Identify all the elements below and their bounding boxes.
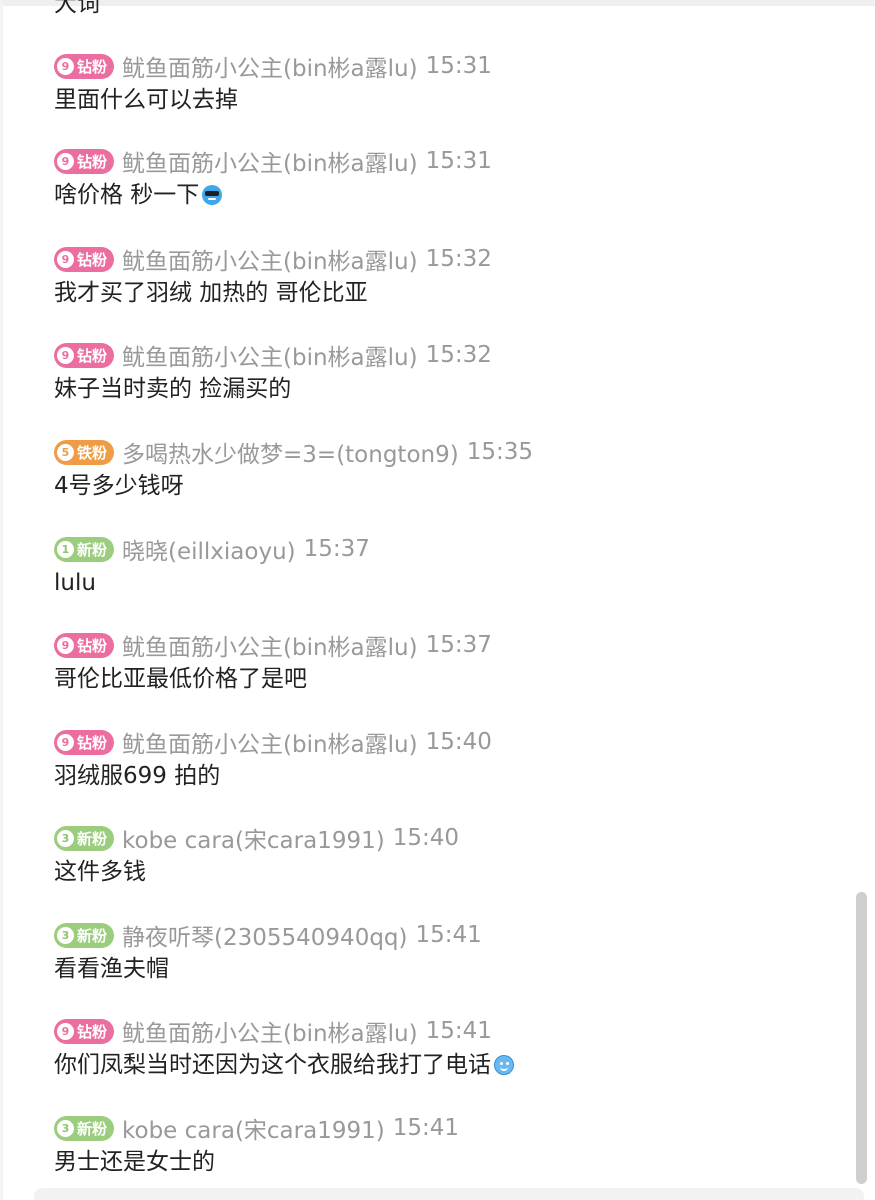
fan-badge-diamond: 9 钻粉 — [54, 632, 115, 658]
partial-message-text: 大词 — [54, 0, 100, 17]
username[interactable]: 晓晓(eillxiaoyu) — [122, 532, 296, 566]
username[interactable]: 鱿鱼面筋小公主(bin彬a露lu) — [122, 725, 418, 759]
fan-badge-diamond: 9 钻粉 — [54, 1018, 115, 1044]
chat-message: 5 铁粉 多喝热水少做梦=3=(tongton9) 15:35 4号多少钱呀 — [54, 436, 844, 502]
timestamp: 15:35 — [466, 439, 534, 465]
timestamp: 15:32 — [425, 342, 492, 368]
message-text: 羽绒服699 拍的 — [54, 763, 221, 789]
timestamp: 15:37 — [303, 536, 370, 562]
badge-label: 新粉 — [77, 540, 108, 559]
fan-badge-new: 1 新粉 — [54, 536, 115, 562]
badge-level: 9 — [57, 250, 74, 268]
chat-message: 9 钻粉 鱿鱼面筋小公主(bin彬a露lu) 15:37 哥伦比亚最低价格了是吧 — [54, 629, 844, 695]
username[interactable]: 鱿鱼面筋小公主(bin彬a露lu) — [122, 144, 418, 178]
badge-label: 铁粉 — [77, 443, 108, 462]
username[interactable]: 鱿鱼面筋小公主(bin彬a露lu) — [122, 628, 418, 662]
badge-label: 新粉 — [77, 926, 108, 945]
timestamp: 15:41 — [392, 1115, 460, 1141]
timestamp: 15:41 — [425, 1018, 492, 1044]
input-area-edge — [34, 1188, 864, 1200]
badge-label: 钻粉 — [77, 636, 108, 655]
message-text: 哥伦比亚最低价格了是吧 — [54, 666, 307, 692]
fan-badge-iron: 5 铁粉 — [54, 439, 115, 465]
timestamp: 15:32 — [425, 246, 492, 272]
username[interactable]: 鱿鱼面筋小公主(bin彬a露lu) — [122, 1014, 418, 1048]
timestamp: 15:40 — [392, 825, 460, 851]
username[interactable]: 鱿鱼面筋小公主(bin彬a露lu) — [122, 49, 418, 83]
badge-label: 钻粉 — [77, 1022, 108, 1041]
chat-message: 3 新粉 kobe cara(宋cara1991) 15:40 这件多钱 — [54, 822, 844, 888]
message-text: 里面什么可以去掉 — [54, 87, 238, 113]
message-text: 啥价格 秒一下 — [54, 182, 200, 208]
fan-badge-new: 3 新粉 — [54, 825, 115, 851]
timestamp: 15:31 — [425, 53, 492, 79]
vertical-scrollbar[interactable] — [856, 892, 867, 1184]
fan-badge-diamond: 9 钻粉 — [54, 148, 115, 174]
fan-badge-diamond: 9 钻粉 — [54, 53, 115, 79]
message-text: 妹子当时卖的 捡漏买的 — [54, 376, 292, 402]
username[interactable]: 多喝热水少做梦=3=(tongton9) — [122, 435, 459, 469]
badge-label: 钻粉 — [77, 250, 108, 269]
username[interactable]: kobe cara(宋cara1991) — [122, 821, 385, 855]
chat-message: 9 钻粉 鱿鱼面筋小公主(bin彬a露lu) 15:32 妹子当时卖的 捡漏买的 — [54, 339, 844, 405]
timestamp: 15:37 — [425, 632, 492, 658]
username[interactable]: 鱿鱼面筋小公主(bin彬a露lu) — [122, 338, 418, 372]
badge-level: 9 — [57, 733, 74, 751]
badge-label: 钻粉 — [77, 57, 108, 76]
message-text: 你们凤梨当时还因为这个衣服给我打了电话 — [54, 1052, 491, 1078]
badge-level: 9 — [57, 346, 74, 364]
message-text: 看看渔夫帽 — [54, 956, 169, 982]
message-text: 我才买了羽绒 加热的 哥伦比亚 — [54, 280, 368, 306]
badge-label: 钻粉 — [77, 152, 108, 171]
chat-message-list: 大词 9 钻粉 鱿鱼面筋小公主(bin彬a露lu) 15:31 里面什么可以去掉 … — [0, 0, 875, 1200]
message-text: 4号多少钱呀 — [54, 473, 184, 499]
badge-level: 9 — [57, 152, 74, 170]
chat-message: 9 钻粉 鱿鱼面筋小公主(bin彬a露lu) 15:32 我才买了羽绒 加热的 哥… — [54, 243, 844, 309]
timestamp: 15:31 — [425, 148, 492, 174]
badge-level: 9 — [57, 1022, 74, 1040]
message-text: 男士还是女士的 — [54, 1149, 215, 1175]
smile-face-icon — [494, 1055, 514, 1075]
chat-message: 9 钻粉 鱿鱼面筋小公主(bin彬a露lu) 15:41 你们凤梨当时还因为这个衣… — [54, 1015, 844, 1081]
username[interactable]: 鱿鱼面筋小公主(bin彬a露lu) — [122, 242, 418, 276]
fan-badge-diamond: 9 钻粉 — [54, 246, 115, 272]
badge-level: 1 — [57, 540, 74, 558]
badge-label: 新粉 — [77, 1119, 108, 1138]
badge-label: 新粉 — [77, 829, 108, 848]
message-text: lulu — [54, 570, 96, 596]
message-text: 这件多钱 — [54, 859, 146, 885]
fan-badge-diamond: 9 钻粉 — [54, 729, 115, 755]
chat-message: 1 新粉 晓晓(eillxiaoyu) 15:37 lulu — [54, 533, 844, 599]
username[interactable]: kobe cara(宋cara1991) — [122, 1111, 385, 1145]
badge-label: 钻粉 — [77, 346, 108, 365]
chat-message: 9 钻粉 鱿鱼面筋小公主(bin彬a露lu) 15:31 啥价格 秒一下 — [54, 145, 844, 211]
scrollbar-thumb[interactable] — [856, 892, 867, 1184]
username[interactable]: 静夜听琴(2305540940qq) — [122, 918, 407, 952]
badge-level: 3 — [57, 1119, 74, 1137]
badge-level: 3 — [57, 829, 74, 847]
badge-label: 钻粉 — [77, 733, 108, 752]
chat-message: 3 新粉 kobe cara(宋cara1991) 15:41 男士还是女士的 — [54, 1112, 844, 1178]
cool-sunglasses-icon — [202, 185, 223, 205]
badge-level: 9 — [57, 636, 74, 654]
timestamp: 15:40 — [425, 729, 492, 755]
chat-message: 9 钻粉 鱿鱼面筋小公主(bin彬a露lu) 15:31 里面什么可以去掉 — [54, 50, 844, 116]
badge-level: 3 — [57, 926, 74, 944]
chat-message: 3 新粉 静夜听琴(2305540940qq) 15:41 看看渔夫帽 — [54, 919, 844, 985]
fan-badge-new: 3 新粉 — [54, 1115, 115, 1141]
badge-level: 9 — [57, 57, 74, 75]
badge-level: 5 — [57, 443, 74, 461]
chat-message: 9 钻粉 鱿鱼面筋小公主(bin彬a露lu) 15:40 羽绒服699 拍的 — [54, 726, 844, 792]
fan-badge-diamond: 9 钻粉 — [54, 342, 115, 368]
fan-badge-new: 3 新粉 — [54, 922, 115, 948]
timestamp: 15:41 — [415, 922, 482, 948]
